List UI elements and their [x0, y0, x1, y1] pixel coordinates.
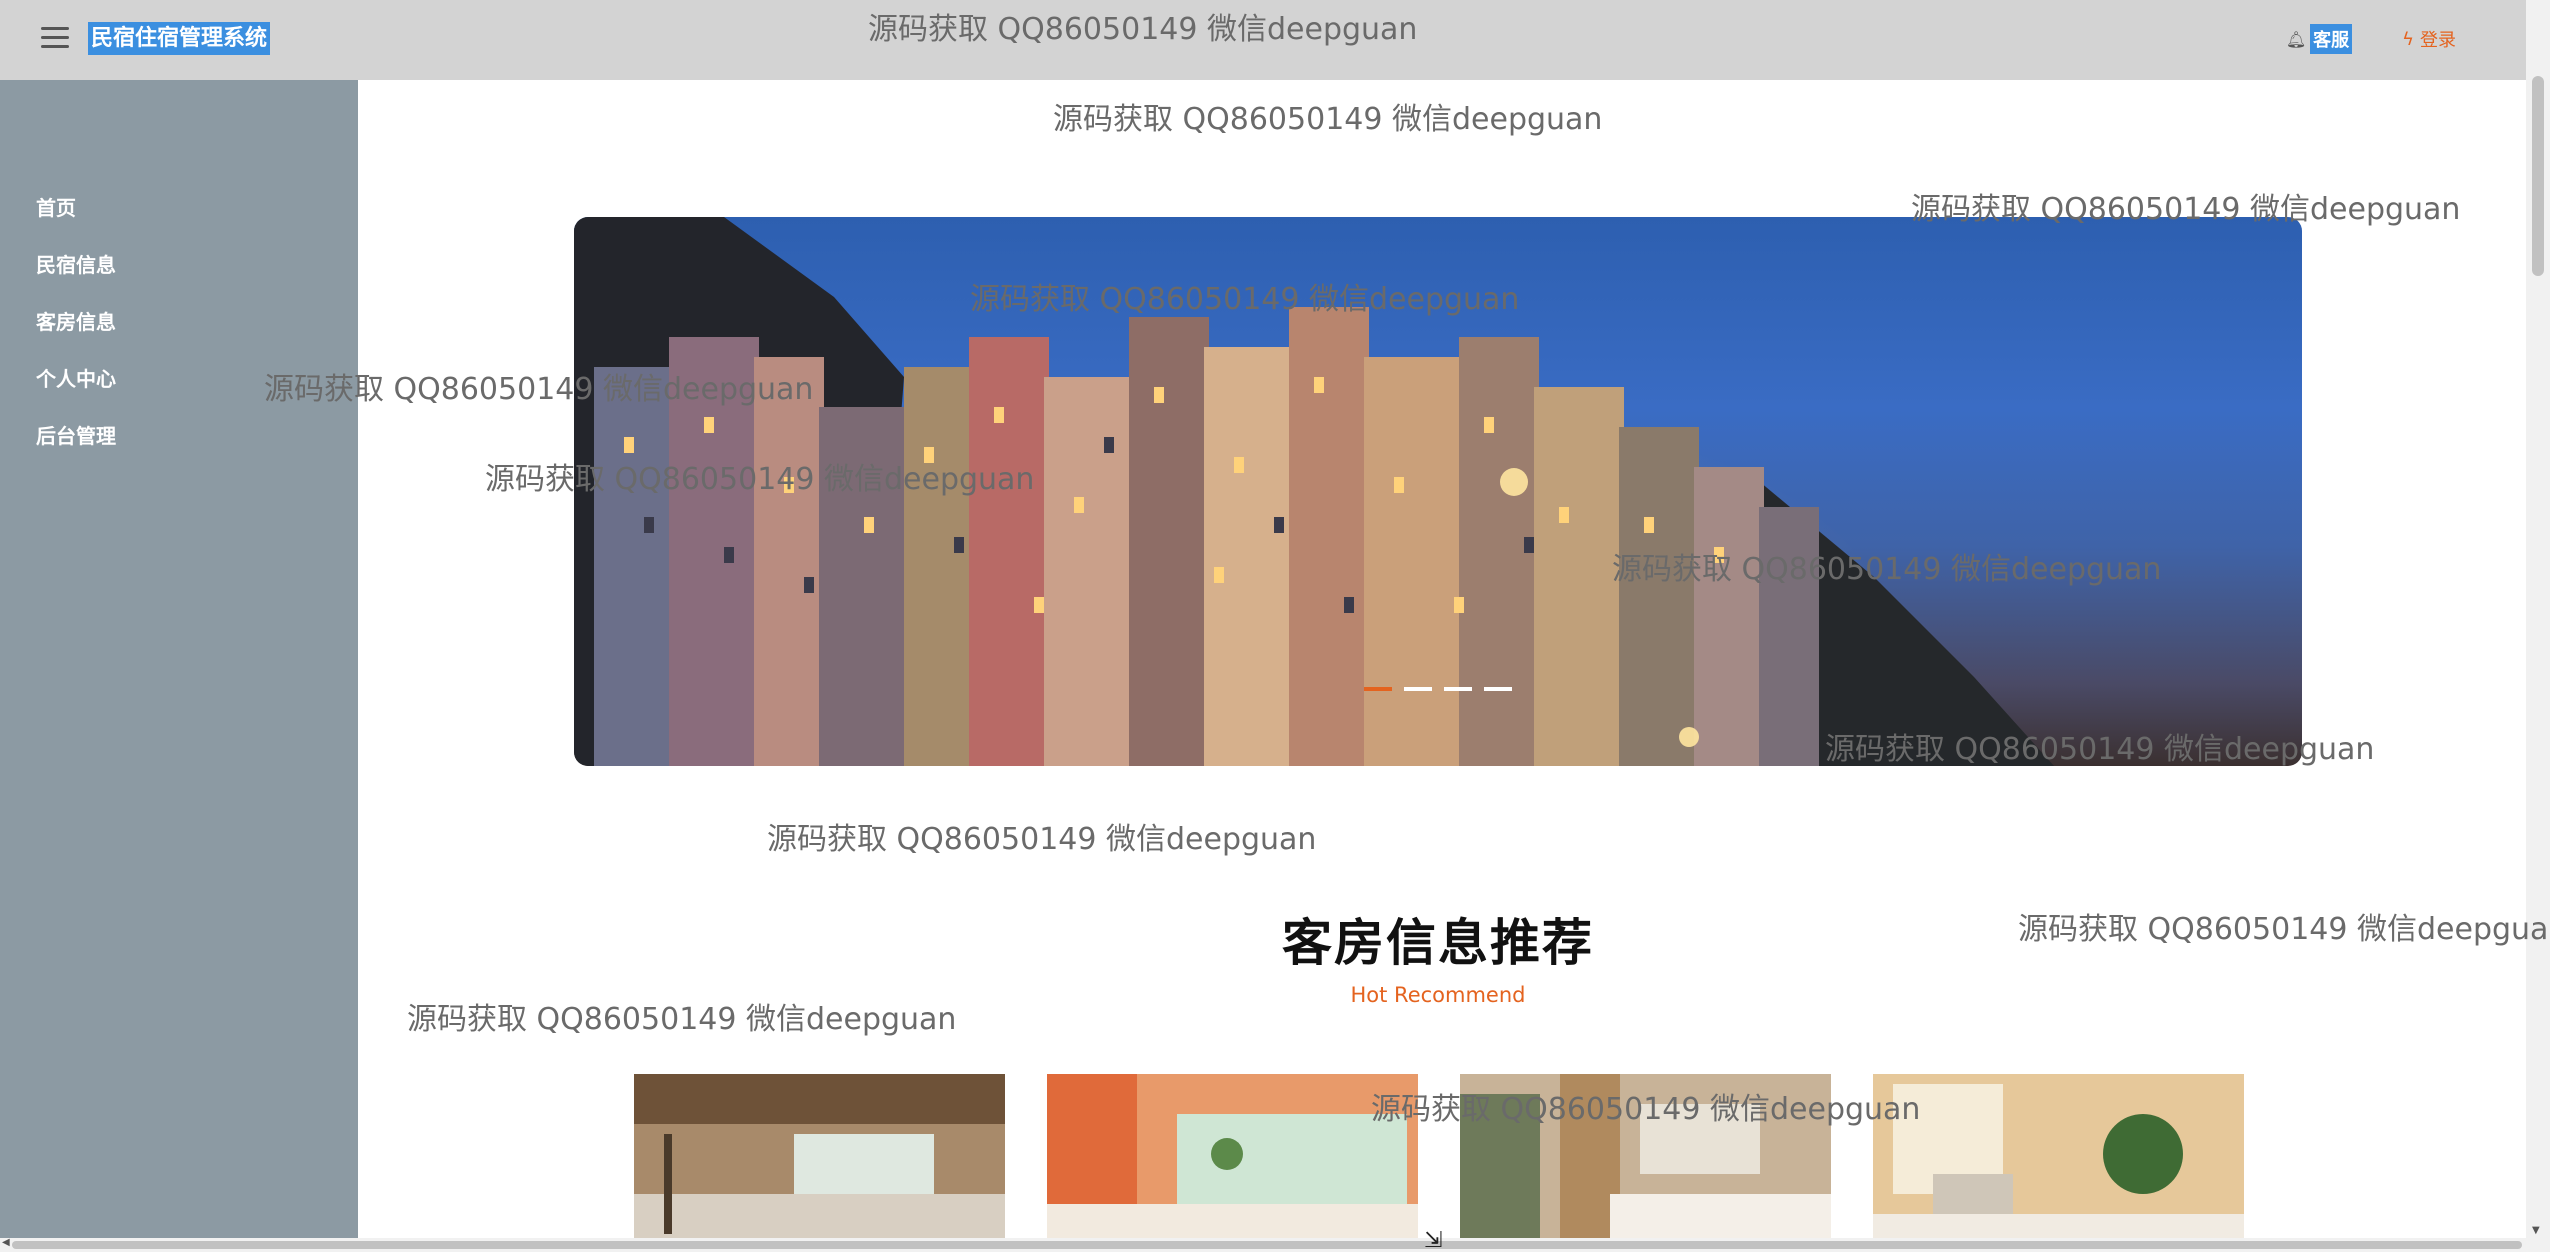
customer-service-button[interactable]: 🔔︎ 客服: [2285, 24, 2353, 54]
banner-carousel[interactable]: [574, 217, 2302, 766]
recommend-subtitle: Hot Recommend: [1350, 983, 1526, 1007]
sidebar-item-personal-center[interactable]: 个人中心: [0, 359, 358, 416]
room-card[interactable]: [1047, 1074, 1418, 1240]
recommend-title: 客房信息推荐: [1282, 914, 1594, 972]
banner-image: [574, 217, 2054, 766]
vertical-scrollbar[interactable]: ▼: [2526, 0, 2550, 1240]
main-content: 客房信息推荐 Hot Recommend: [358, 80, 2518, 1240]
sidebar-item-homestay-info[interactable]: 民宿信息: [0, 245, 358, 302]
bell-icon: 🔔︎: [2285, 29, 2307, 49]
login-button[interactable]: ϟ 登录: [2402, 26, 2456, 52]
mouse-cursor-icon: ⇲: [1424, 1228, 1443, 1253]
horizontal-scrollbar[interactable]: ◀: [0, 1237, 2550, 1252]
carousel-indicators: [574, 687, 2302, 691]
login-label: 登录: [2420, 30, 2456, 51]
horizontal-scroll-thumb[interactable]: [12, 1241, 2522, 1249]
carousel-dot[interactable]: [1364, 687, 1392, 691]
sidebar-item-admin[interactable]: 后台管理: [0, 416, 358, 473]
carousel-dot[interactable]: [1404, 687, 1432, 691]
top-bar: 民宿住宿管理系统 🔔︎ 客服 ϟ 登录: [0, 0, 2526, 80]
recommend-card-list: [634, 1074, 2244, 1240]
hamburger-menu-icon[interactable]: [41, 27, 69, 49]
room-photo-bedroom-plant: [1873, 1074, 2244, 1240]
top-right-actions: 🔔︎ 客服 ϟ 登录: [2286, 24, 2456, 54]
scroll-down-arrow-icon[interactable]: ▼: [2532, 1225, 2540, 1236]
room-photo-orange-lounge: [1047, 1074, 1418, 1240]
vertical-scroll-thumb[interactable]: [2532, 76, 2544, 276]
room-card[interactable]: [1873, 1074, 2244, 1240]
bolt-icon: ϟ: [2402, 28, 2414, 50]
sidebar-item-home[interactable]: 首页: [0, 188, 358, 245]
room-card[interactable]: [634, 1074, 1005, 1240]
carousel-dot[interactable]: [1484, 687, 1512, 691]
sidebar: 首页 民宿信息 客房信息 个人中心 后台管理: [0, 80, 358, 1240]
room-photo-wooden-living: [634, 1074, 1005, 1240]
room-photo-bedroom-screen: [1460, 1074, 1831, 1240]
room-card[interactable]: [1460, 1074, 1831, 1240]
app-title: 民宿住宿管理系统: [88, 22, 271, 55]
scroll-left-arrow-icon[interactable]: ◀: [2, 1237, 10, 1248]
carousel-dot[interactable]: [1444, 687, 1472, 691]
sidebar-menu: 首页 民宿信息 客房信息 个人中心 后台管理: [0, 188, 358, 473]
customer-service-label: 客服: [2310, 24, 2353, 54]
sidebar-item-room-info[interactable]: 客房信息: [0, 302, 358, 359]
